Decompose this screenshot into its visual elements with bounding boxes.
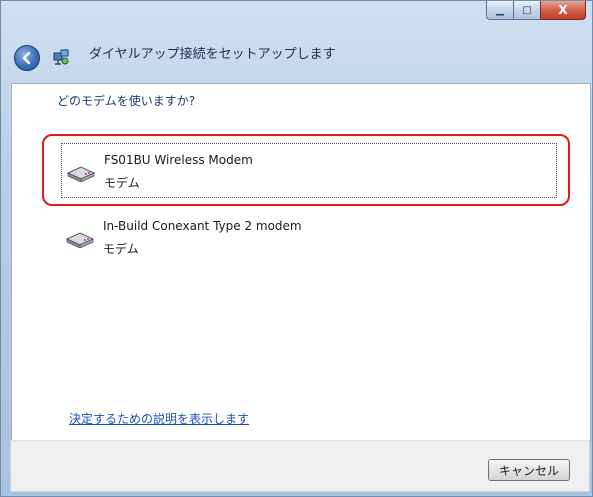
close-button[interactable]: X bbox=[540, 1, 586, 20]
modem-icon bbox=[66, 164, 96, 183]
minimize-button[interactable]: ▁ bbox=[486, 1, 513, 20]
network-setup-icon bbox=[51, 47, 71, 67]
back-arrow-icon bbox=[22, 51, 31, 65]
maximize-button[interactable]: □ bbox=[513, 1, 540, 20]
cancel-button[interactable]: キャンセル bbox=[488, 459, 570, 481]
modem-name: In-Build Conexant Type 2 modem bbox=[103, 219, 302, 233]
modem-question: どのモデムを使いますか? bbox=[57, 94, 196, 108]
title-bar: ▁ □ X ダイヤルアップ接続をセットアップします bbox=[1, 1, 592, 77]
help-link[interactable]: 決定するための説明を表示します bbox=[69, 410, 249, 427]
modem-type: モデム bbox=[103, 242, 139, 256]
back-button[interactable] bbox=[14, 45, 40, 71]
modem-name: FS01BU Wireless Modem bbox=[104, 153, 253, 167]
modem-type: モデム bbox=[104, 176, 140, 190]
modem-list-item[interactable]: FS01BU Wireless Modem モデム bbox=[61, 143, 557, 198]
caption-buttons: ▁ □ X bbox=[486, 1, 586, 21]
modem-icon bbox=[65, 230, 95, 249]
window-title: ダイヤルアップ接続をセットアップします bbox=[89, 47, 336, 62]
modem-list-item[interactable]: In-Build Conexant Type 2 modem モデム bbox=[61, 210, 555, 263]
